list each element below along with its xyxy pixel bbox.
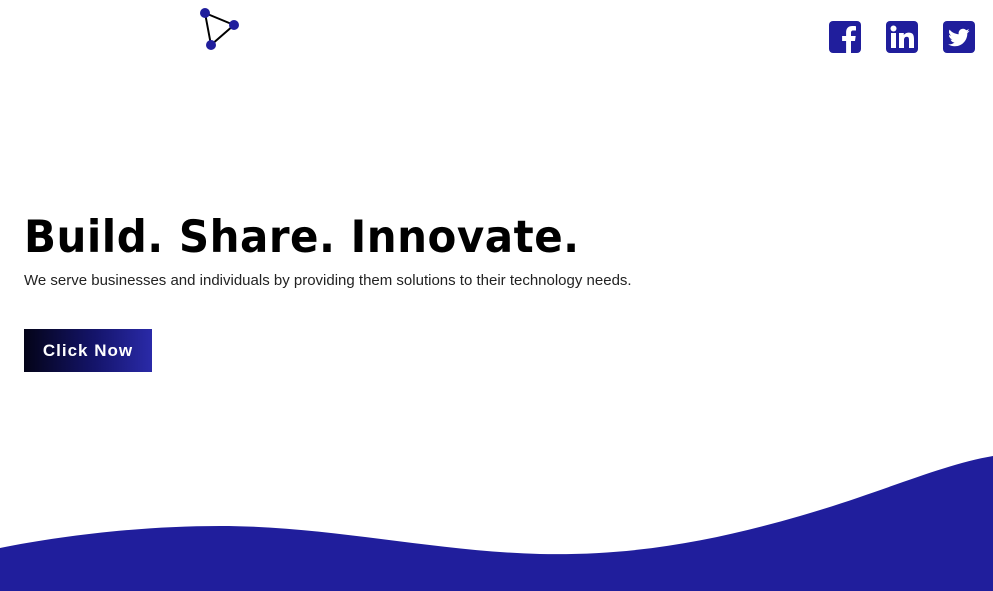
hero-title: Build. Share. Innovate. xyxy=(24,211,580,263)
linkedin-link[interactable] xyxy=(886,21,918,53)
logo[interactable] xyxy=(197,6,243,50)
decorative-wave xyxy=(0,456,993,591)
twitter-icon xyxy=(943,21,975,53)
linkedin-icon xyxy=(886,21,918,53)
landing-page: Build. Share. Innovate. We serve busines… xyxy=(0,0,993,591)
facebook-link[interactable] xyxy=(829,21,861,53)
hero-subtitle: We serve businesses and individuals by p… xyxy=(24,272,632,289)
social-links xyxy=(829,21,975,53)
facebook-icon xyxy=(829,21,861,53)
twitter-link[interactable] xyxy=(943,21,975,53)
triangle-nodes-icon xyxy=(200,8,239,50)
click-now-button[interactable]: Click Now xyxy=(24,329,152,372)
